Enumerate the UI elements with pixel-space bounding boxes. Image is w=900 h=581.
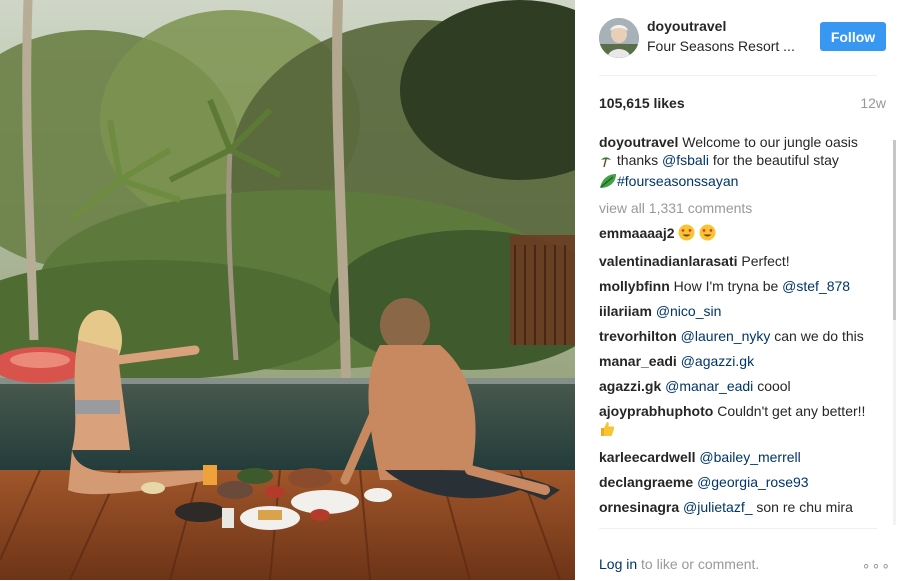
comment-username[interactable]: agazzi.gk [599, 378, 661, 394]
mention-link[interactable]: @nico_sin [656, 303, 722, 319]
mention-link[interactable]: @fsbali [662, 152, 709, 168]
comment-text: can we do this [774, 328, 864, 344]
comment-text: coool [757, 378, 791, 394]
comment-username[interactable]: mollybfinn [599, 278, 670, 294]
mention-link[interactable]: @georgia_rose93 [697, 474, 809, 490]
heart-eyes-emoji-icon [699, 224, 716, 245]
comment-item: declangraeme @georgia_rose93 [599, 473, 877, 491]
mention-link[interactable]: @manar_eadi [665, 378, 753, 394]
mention-link[interactable]: @bailey_merrell [699, 449, 800, 465]
comment-username[interactable]: valentinadianlarasati [599, 253, 738, 269]
comment-username[interactable]: emmaaaaj2 [599, 225, 675, 241]
caption-text: for the beautiful stay [712, 152, 839, 168]
login-link[interactable]: Log in [599, 556, 637, 572]
comment-text: Couldn't get any better!! [717, 403, 866, 419]
comment-text: Perfect! [741, 253, 790, 269]
like-count[interactable]: 105,615 likes [599, 95, 685, 111]
instagram-post: doyoutravel Four Seasons Resort ... Foll… [0, 0, 900, 580]
login-prompt: Log in to like or comment. [599, 556, 759, 572]
palm-tree-icon [599, 154, 613, 172]
comment-item: agazzi.gk @manar_eadi coool [599, 377, 877, 395]
comment-item: ajoyprabhuphoto Couldn't get any better!… [599, 402, 877, 441]
post-side-panel: doyoutravel Four Seasons Resort ... Foll… [575, 0, 900, 580]
post-footer: Log in to like or comment. ∘∘∘ [599, 528, 890, 581]
comment-item: ornesinagra @julietazf_ son re chu mira [599, 498, 877, 516]
login-prompt-text: to like or comment. [641, 556, 760, 572]
view-all-comments[interactable]: view all 1,331 comments [599, 199, 877, 217]
post-age[interactable]: 12w [860, 95, 886, 111]
comment-text: How I'm tryna be [673, 278, 779, 294]
hashtag-link[interactable]: #fourseasonssayan [617, 173, 738, 189]
mention-link[interactable]: @julietazf_ [683, 499, 752, 515]
post-header: doyoutravel Four Seasons Resort ... Foll… [599, 0, 886, 76]
comment-item: valentinadianlarasati Perfect! [599, 252, 877, 270]
comment-username[interactable]: manar_eadi [599, 353, 677, 369]
caption-text: thanks [616, 152, 659, 168]
comment-item: iilariiam @nico_sin [599, 302, 877, 320]
comment-list[interactable]: doyoutravel Welcome to our jungle oasis … [599, 133, 877, 528]
caption-text: Welcome to our jungle oasis [682, 134, 858, 150]
comment-username[interactable]: ajoyprabhuphoto [599, 403, 713, 419]
mention-link[interactable]: @stef_878 [782, 278, 850, 294]
heart-eyes-emoji-icon [678, 224, 695, 245]
follow-button[interactable]: Follow [820, 22, 886, 51]
comments-scrollbar-thumb[interactable] [893, 140, 896, 320]
comment-item: mollybfinn How I'm tryna be @stef_878 [599, 277, 877, 295]
leaf-icon [599, 173, 617, 193]
comment-item: trevorhilton @lauren_nyky can we do this [599, 327, 877, 345]
caption: doyoutravel Welcome to our jungle oasis … [599, 133, 877, 193]
comment-username[interactable]: ornesinagra [599, 499, 679, 515]
comment-username[interactable]: declangraeme [599, 474, 693, 490]
comment-item: emmaaaaj2 [599, 224, 877, 245]
caption-username[interactable]: doyoutravel [599, 134, 678, 150]
comment-text: son re chu mira [756, 499, 853, 515]
comment-username[interactable]: trevorhilton [599, 328, 677, 344]
more-options-icon[interactable]: ∘∘∘ [862, 557, 891, 574]
comment-item: manar_eadi @agazzi.gk [599, 352, 877, 370]
post-photo[interactable] [0, 0, 575, 580]
comment-username[interactable]: iilariiam [599, 303, 652, 319]
username[interactable]: doyoutravel [647, 18, 726, 34]
mention-link[interactable]: @lauren_nyky [681, 328, 771, 344]
location[interactable]: Four Seasons Resort ... [647, 38, 795, 54]
avatar[interactable] [599, 18, 639, 58]
mention-link[interactable]: @agazzi.gk [681, 353, 754, 369]
comment-item: karleecardwell @bailey_merrell [599, 448, 877, 466]
comment-username[interactable]: karleecardwell [599, 449, 696, 465]
thumbs-up-emoji-icon [599, 421, 615, 441]
